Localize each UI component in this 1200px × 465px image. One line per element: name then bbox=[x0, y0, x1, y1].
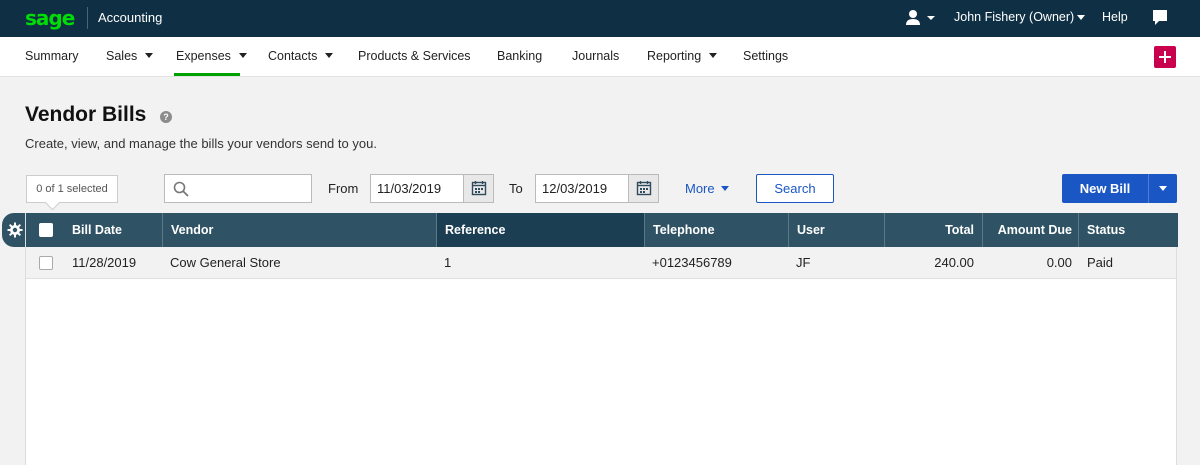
calendar-icon bbox=[471, 181, 487, 196]
chevron-down-icon bbox=[709, 53, 718, 59]
column-amount-due[interactable]: Amount Due bbox=[982, 213, 1078, 247]
more-filters-link[interactable]: More bbox=[685, 181, 729, 196]
new-bill-dropdown-chevron-icon[interactable] bbox=[1148, 174, 1177, 203]
more-label: More bbox=[685, 181, 715, 196]
chevron-down-icon bbox=[325, 53, 334, 59]
search-box[interactable] bbox=[164, 174, 312, 203]
search-input[interactable] bbox=[195, 178, 307, 200]
cell-bill-date: 11/28/2019 bbox=[72, 255, 137, 270]
chevron-down-icon bbox=[238, 53, 247, 59]
row-checkbox[interactable] bbox=[39, 256, 53, 270]
nav-settings[interactable]: Settings bbox=[743, 49, 788, 63]
search-button[interactable]: Search bbox=[756, 174, 834, 203]
app-name: Accounting bbox=[98, 10, 163, 25]
new-bill-split-button: New Bill bbox=[1062, 174, 1177, 203]
page-title: Vendor Bills bbox=[25, 103, 147, 126]
nav-reporting-label: Reporting bbox=[647, 49, 702, 63]
chat-icon[interactable] bbox=[1152, 9, 1168, 27]
to-date-field[interactable] bbox=[535, 174, 659, 203]
nav-contacts-label: Contacts bbox=[268, 49, 318, 63]
from-date-field[interactable] bbox=[370, 174, 494, 203]
calendar-icon bbox=[636, 181, 652, 196]
column-reference[interactable]: Reference bbox=[436, 213, 644, 247]
nav-expenses[interactable]: Expenses bbox=[176, 49, 247, 63]
to-calendar-button[interactable] bbox=[628, 175, 658, 202]
selected-count-badge: 0 of 1 selected bbox=[26, 175, 118, 203]
cell-telephone: +0123456789 bbox=[652, 255, 732, 270]
nav-banking[interactable]: Banking bbox=[497, 49, 542, 63]
column-user[interactable]: User bbox=[788, 213, 884, 247]
column-bill-date[interactable]: Bill Date bbox=[72, 213, 122, 247]
nav-sales[interactable]: Sales bbox=[106, 49, 154, 63]
to-label: To bbox=[509, 181, 523, 196]
search-icon bbox=[173, 181, 189, 197]
top-bar: sage Accounting John Fishery (Owner) Hel… bbox=[0, 0, 1200, 37]
user-caret-icon[interactable] bbox=[1077, 15, 1085, 20]
cell-user: JF bbox=[796, 255, 811, 270]
help-link[interactable]: Help bbox=[1102, 10, 1128, 24]
quick-add-plus-icon[interactable] bbox=[1154, 46, 1176, 68]
select-all-checkbox[interactable] bbox=[39, 223, 53, 237]
chevron-down-icon bbox=[720, 186, 729, 192]
from-calendar-button[interactable] bbox=[463, 175, 493, 202]
nav-journals[interactable]: Journals bbox=[572, 49, 619, 63]
nav-products-services[interactable]: Products & Services bbox=[358, 49, 471, 63]
column-settings-button[interactable] bbox=[2, 213, 26, 247]
column-vendor[interactable]: Vendor bbox=[162, 213, 436, 247]
column-telephone[interactable]: Telephone bbox=[644, 213, 788, 247]
nav-active-indicator bbox=[174, 73, 240, 76]
top-divider bbox=[87, 7, 88, 29]
user-menu-icon[interactable] bbox=[905, 9, 935, 27]
table-row[interactable]: 11/28/2019 Cow General Store 1 +01234567… bbox=[26, 247, 1176, 279]
column-total[interactable]: Total bbox=[884, 213, 982, 247]
cell-status: Paid bbox=[1087, 255, 1114, 270]
gear-icon bbox=[7, 222, 23, 238]
nav-expenses-label: Expenses bbox=[176, 49, 231, 63]
nav-sales-label: Sales bbox=[106, 49, 138, 63]
page-subtitle: Create, view, and manage the bills your … bbox=[25, 136, 377, 151]
to-date-input[interactable] bbox=[536, 175, 630, 202]
chevron-down-icon bbox=[145, 53, 154, 59]
nav-reporting[interactable]: Reporting bbox=[647, 49, 718, 63]
nav-contacts[interactable]: Contacts bbox=[268, 49, 334, 63]
cell-amount-due: 0.00 bbox=[1046, 255, 1072, 270]
from-label: From bbox=[328, 181, 359, 196]
question-icon[interactable]: ? bbox=[160, 111, 172, 123]
cell-reference: 1 bbox=[444, 255, 452, 270]
cell-total: 240.00 bbox=[934, 255, 974, 270]
new-bill-button[interactable]: New Bill bbox=[1062, 174, 1148, 203]
user-name-menu[interactable]: John Fishery (Owner) bbox=[954, 10, 1074, 24]
main-nav: Summary Sales Expenses Contacts Products… bbox=[0, 37, 1200, 77]
table-header: Bill Date Vendor Reference Telephone Use… bbox=[26, 213, 1178, 247]
vendor-bills-table: Bill Date Vendor Reference Telephone Use… bbox=[25, 213, 1178, 465]
sage-logo[interactable]: sage bbox=[25, 6, 75, 30]
cell-vendor[interactable]: Cow General Store bbox=[170, 247, 281, 279]
column-status[interactable]: Status bbox=[1078, 213, 1176, 247]
nav-summary[interactable]: Summary bbox=[25, 49, 78, 63]
from-date-input[interactable] bbox=[371, 175, 465, 202]
